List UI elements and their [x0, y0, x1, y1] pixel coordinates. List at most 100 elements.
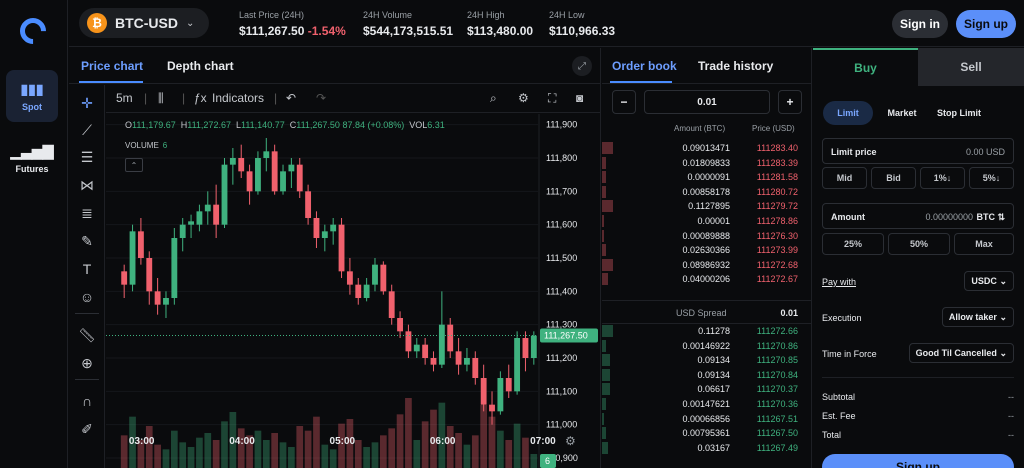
trend-line-icon[interactable]: ⟋	[77, 120, 97, 140]
bid-row[interactable]: 0.11278 111272.66	[602, 324, 812, 338]
order-price: 111276.30	[756, 230, 798, 241]
sign-up-to-trade-button[interactable]: Sign up	[822, 454, 1014, 468]
ask-row[interactable]: 0.00001 111278.86	[602, 214, 812, 228]
settings-gear-icon[interactable]: ⚙	[518, 91, 529, 105]
chip-5pct[interactable]: 5%↓	[969, 167, 1014, 189]
increase-increment-button[interactable]: +	[778, 90, 802, 114]
chip-50pct[interactable]: 50%	[888, 233, 950, 255]
tab-depth-chart[interactable]: Depth chart	[167, 59, 234, 73]
chip-mid[interactable]: Mid	[822, 167, 867, 189]
ask-row[interactable]: 0.08986932 111272.68	[602, 258, 812, 272]
magnet-icon[interactable]: ∩	[77, 391, 97, 411]
sign-up-button[interactable]: Sign up	[956, 10, 1016, 38]
pay-with-select[interactable]: USDC ⌄	[964, 271, 1014, 291]
candle-body	[229, 158, 236, 165]
candle-body	[455, 351, 462, 365]
ask-row[interactable]: 0.00089888 111276.30	[602, 229, 812, 243]
bid-row[interactable]: 0.00147621 111270.36	[602, 397, 812, 411]
bid-row[interactable]: 0.03167 111267.49	[602, 441, 812, 455]
price-chart-canvas[interactable]: 111,900 111,800 111,700 111,600 111,500 111,4…	[106, 114, 601, 468]
bid-row[interactable]: 0.09134 111270.84	[602, 368, 812, 382]
crosshair-icon[interactable]: ✛	[77, 93, 97, 113]
camera-icon[interactable]: ◙	[576, 91, 583, 105]
pair-name: BTC-USD	[115, 15, 178, 31]
zoom-in-icon[interactable]: ⊕	[77, 353, 97, 373]
pay-with-label[interactable]: Pay with	[822, 277, 856, 287]
horizontal-lines-icon[interactable]: ☰	[77, 147, 97, 167]
bid-row[interactable]: 0.00066856 111267.51	[602, 412, 812, 426]
depth-bar	[602, 368, 611, 381]
ask-row[interactable]: 0.02630366 111273.99	[602, 243, 812, 257]
candle-body	[204, 204, 211, 212]
order-amount: 0.03167	[697, 442, 730, 453]
y-tick-label: 111,300	[546, 320, 577, 330]
buy-tab[interactable]: Buy	[813, 48, 918, 86]
chip-1pct[interactable]: 1%↓	[920, 167, 965, 189]
toolbar-divider: |	[274, 91, 278, 105]
spread-value: 0.01	[780, 308, 798, 318]
text-icon[interactable]: T	[77, 259, 97, 279]
coinbase-logo-icon[interactable]	[14, 12, 52, 50]
decrease-increment-button[interactable]: −	[612, 90, 636, 114]
amount-label: Amount	[831, 212, 865, 222]
interval-select[interactable]: 5m	[116, 91, 133, 105]
order-type-stop-limit[interactable]: Stop Limit	[931, 101, 987, 125]
tab-trade-history[interactable]: Trade history	[698, 59, 773, 73]
lock-drawing-icon[interactable]: ✐	[77, 419, 97, 439]
rail-item-futures[interactable]: ▁▃▅▇ Futures	[6, 132, 58, 184]
tab-order-book[interactable]: Order book	[612, 59, 677, 73]
volume-bar	[321, 444, 329, 468]
search-indicator-icon[interactable]: ⌕	[490, 91, 497, 106]
ask-row[interactable]: 0.04000206 111272.67	[602, 272, 812, 286]
x-tick-label: 06:00	[429, 436, 456, 447]
bid-row[interactable]: 0.00795361 111267.50	[602, 426, 812, 440]
chip-25pct[interactable]: 25%	[822, 233, 884, 255]
bid-row[interactable]: 0.09134 111270.85	[602, 353, 812, 367]
candle-body	[388, 291, 395, 318]
ask-row[interactable]: 0.0000091 111281.58	[602, 170, 812, 184]
fullscreen-icon[interactable]: ⛶	[548, 91, 556, 106]
tab-price-chart[interactable]: Price chart	[81, 59, 143, 73]
emoji-icon[interactable]: ☺	[77, 287, 97, 307]
chip-bid[interactable]: Bid	[871, 167, 916, 189]
increment-value[interactable]: 0.01	[644, 90, 770, 114]
pattern-icon[interactable]: ⋈	[77, 175, 97, 195]
pair-selector[interactable]: ₿ BTC-USD ⌄	[79, 8, 209, 38]
expand-icon[interactable]: ⤢	[572, 56, 592, 76]
bid-row[interactable]: 0.06617 111270.37	[602, 382, 812, 396]
amount-value: 0.00000000	[925, 212, 973, 222]
sell-tab[interactable]: Sell	[918, 48, 1024, 86]
depth-bar	[602, 200, 613, 213]
sign-in-button[interactable]: Sign in	[892, 10, 948, 38]
candle-type-icon[interactable]: ⫼	[158, 91, 164, 106]
rail-item-spot[interactable]: ▮▮▮ Spot	[6, 70, 58, 122]
chip-max[interactable]: Max	[954, 233, 1014, 255]
volume-bar	[371, 442, 379, 468]
ask-row[interactable]: 0.1127895 111279.72	[602, 199, 812, 213]
y-tick-label: 111,400	[546, 286, 577, 296]
amount-field[interactable]: Amount 0.00000000 BTC ⇅	[822, 203, 1014, 229]
ruler-icon[interactable]: 📏︎	[77, 325, 97, 345]
function-icon[interactable]: ƒx	[194, 91, 207, 105]
execution-select[interactable]: Allow taker ⌄	[941, 307, 1014, 327]
tif-select[interactable]: Good Til Cancelled ⌄	[908, 343, 1014, 363]
order-type-market[interactable]: Market	[881, 101, 923, 125]
brush-icon[interactable]: ✎	[77, 231, 97, 251]
indicators-button[interactable]: Indicators	[212, 91, 264, 105]
collapse-legend-icon[interactable]: ⌃	[125, 158, 143, 172]
amount-unit-toggle[interactable]: BTC ⇅	[976, 212, 1005, 223]
bid-row[interactable]: 0.00146922 111270.86	[602, 339, 812, 353]
order-type-limit[interactable]: Limit	[823, 101, 873, 125]
candle-body	[514, 338, 521, 392]
redo-icon[interactable]: ↷	[316, 91, 326, 105]
ask-row[interactable]: 0.00858178 111280.72	[602, 185, 812, 199]
chevron-down-icon: ⌄	[186, 17, 195, 29]
limit-price-field[interactable]: Limit price 0.00 USD	[822, 138, 1014, 164]
undo-icon[interactable]: ↶	[286, 91, 296, 105]
fib-icon[interactable]: ≣	[77, 203, 97, 223]
y-tick-label: 111,200	[546, 353, 577, 363]
ask-row[interactable]: 0.01809833 111283.39	[602, 156, 812, 170]
ask-row[interactable]: 0.09013471 111283.40	[602, 141, 812, 155]
axis-settings-icon[interactable]: ⚙	[565, 434, 576, 448]
candle-body	[238, 158, 245, 172]
